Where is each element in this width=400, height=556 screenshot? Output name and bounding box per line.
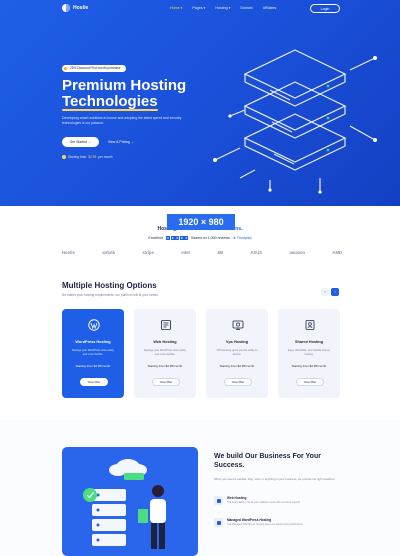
client-logo: Hostie — [62, 250, 75, 255]
rating-row: Excellent ★ ★ ★ ★ ★ Based on 1,000 revie… — [0, 236, 400, 240]
view-pricing-link[interactable]: View & Pricing → — [108, 137, 134, 147]
client-logo: airbnb — [102, 250, 115, 255]
hero-title-line1: Premium Hosting — [62, 77, 187, 94]
logo-icon — [62, 4, 70, 12]
client-logos: Hostie airbnb stripe intel 3M ASUS amazo… — [62, 250, 342, 255]
server-stack-illustration — [213, 49, 377, 194]
rating-label: Excellent — [148, 236, 164, 240]
nav-item-hosting[interactable]: Hosting ▾ — [215, 6, 230, 10]
hero-title: Premium Hosting Technologies — [62, 78, 186, 110]
card-price: Starting from $2.95/month — [75, 364, 111, 368]
feature-description: Our Managed WordPress hosting gives you … — [227, 522, 304, 526]
card-title: Shared Hosting — [294, 340, 324, 344]
star-icon: ★ — [184, 236, 189, 240]
build-section-background — [0, 420, 400, 556]
vps-icon — [232, 320, 244, 330]
hosting-card-wordpress[interactable]: WordPress Hosting Manage your WordPress … — [62, 309, 124, 398]
feature-description: The best platform for all your website n… — [227, 500, 301, 504]
card-description: VPS Hosting gives you the ability to acc… — [216, 349, 258, 356]
logo-text: Hostie — [73, 5, 89, 11]
client-logo: intel — [181, 250, 190, 255]
web-hosting-feature-icon — [214, 496, 223, 505]
feature-web-hosting: Web Hosting The best platform for all yo… — [214, 496, 344, 510]
view-plan-button[interactable]: View Plan — [80, 378, 108, 386]
logo[interactable]: Hostie — [62, 4, 88, 12]
top-navigation: Hostie Home ▾ Pages ▾ Hosting ▾ Domain A… — [0, 0, 400, 16]
star-icon: ★ — [175, 236, 180, 240]
card-description: Manage your WordPress sites easily and m… — [71, 349, 115, 356]
web-hosting-icon — [161, 320, 171, 330]
card-title: Vps Hosting — [225, 340, 249, 344]
card-price: Starting from $2.95/month — [291, 364, 327, 368]
nav-item-domain[interactable]: Domain — [240, 6, 252, 10]
nav-item-affiliates[interactable]: Affiliates — [263, 6, 277, 10]
wordpress-icon — [88, 319, 100, 331]
hosting-card-shared[interactable]: Shared Hosting Easy, affordable, and rel… — [278, 309, 340, 398]
card-price: Starting from $2.95/month — [219, 364, 255, 368]
card-price: Starting from $2.95/month — [147, 364, 183, 368]
client-logo: 3M — [217, 250, 224, 255]
hero-section: Hostie Home ▾ Pages ▾ Hosting ▾ Domain A… — [0, 0, 400, 206]
trustpilot-logo: ★ Trustpilot — [232, 236, 252, 240]
card-description: Easy, affordable, and reliable shared ho… — [287, 349, 330, 356]
get-started-button[interactable]: Get Started → — [62, 137, 99, 147]
build-title: We build Our Business For Your Success. — [214, 453, 321, 469]
view-plan-button[interactable]: View Plan — [224, 378, 252, 386]
rating-stars: ★ ★ ★ ★ ★ — [166, 236, 189, 240]
client-logo: amazon — [289, 250, 306, 255]
card-title: Web Hosting — [153, 340, 177, 344]
view-plan-button[interactable]: View Plan — [296, 378, 324, 386]
hosting-cards: WordPress Hosting Manage your WordPress … — [62, 309, 340, 398]
card-title: WordPress Hosting — [75, 340, 111, 344]
hero-title-line2: Technologies — [62, 93, 158, 110]
starting-suffix: per month — [98, 155, 113, 159]
nav-item-home[interactable]: Home ▾ — [170, 6, 182, 10]
build-subtitle: When you need a website, blog, store or … — [214, 477, 335, 481]
options-title: Multiple Hosting Options — [62, 281, 157, 290]
rating-text: Based on 1,000 reviews — [191, 236, 230, 240]
hosting-card-web[interactable]: Web Hosting Manage your WordPress sites … — [134, 309, 196, 398]
starting-price: Starting from $2.95 per month — [62, 155, 113, 159]
starting-price-value: $2.95 — [88, 155, 97, 159]
carousel-prev-button[interactable]: ‹ — [321, 288, 329, 296]
starting-text: Starting from — [68, 155, 87, 159]
hosting-card-vps[interactable]: Vps Hosting VPS Hosting gives you the ab… — [206, 309, 268, 398]
options-subtitle: No matter your hosting requirements, our… — [62, 293, 159, 297]
client-logo: stripe — [142, 250, 154, 255]
hero-subtitle: Developing smart solutions in-house and … — [62, 116, 182, 125]
managed-wordpress-feature-icon — [214, 518, 223, 527]
login-button[interactable]: Login — [310, 4, 340, 13]
carousel-next-button[interactable]: › — [331, 288, 339, 296]
star-icon: ★ — [170, 236, 175, 240]
main-menu: Home ▾ Pages ▾ Hosting ▾ Domain Affiliat… — [170, 6, 276, 10]
client-logo: AMD — [332, 250, 342, 255]
dimension-overlay: 1920 × 980 — [167, 214, 235, 230]
star-icon: ★ — [179, 236, 184, 240]
card-description: Manage your WordPress sites easily and m… — [143, 349, 187, 356]
server-person-illustration — [83, 459, 166, 549]
view-plan-button[interactable]: View Plan — [152, 378, 180, 386]
team-illustration — [62, 447, 198, 556]
feature-managed-wordpress: Managed WordPress Hosting Our Managed Wo… — [214, 518, 344, 532]
star-icon: ★ — [166, 236, 171, 240]
feature-title: Web Hosting — [227, 496, 247, 500]
nav-item-pages[interactable]: Pages ▾ — [192, 6, 205, 10]
discount-badge: 25% Discount First month purchase — [62, 65, 126, 72]
feature-title: Managed WordPress Hosting — [227, 518, 272, 522]
client-logo: ASUS — [250, 250, 263, 255]
price-dot-icon — [62, 155, 66, 159]
shared-hosting-icon — [305, 320, 315, 330]
